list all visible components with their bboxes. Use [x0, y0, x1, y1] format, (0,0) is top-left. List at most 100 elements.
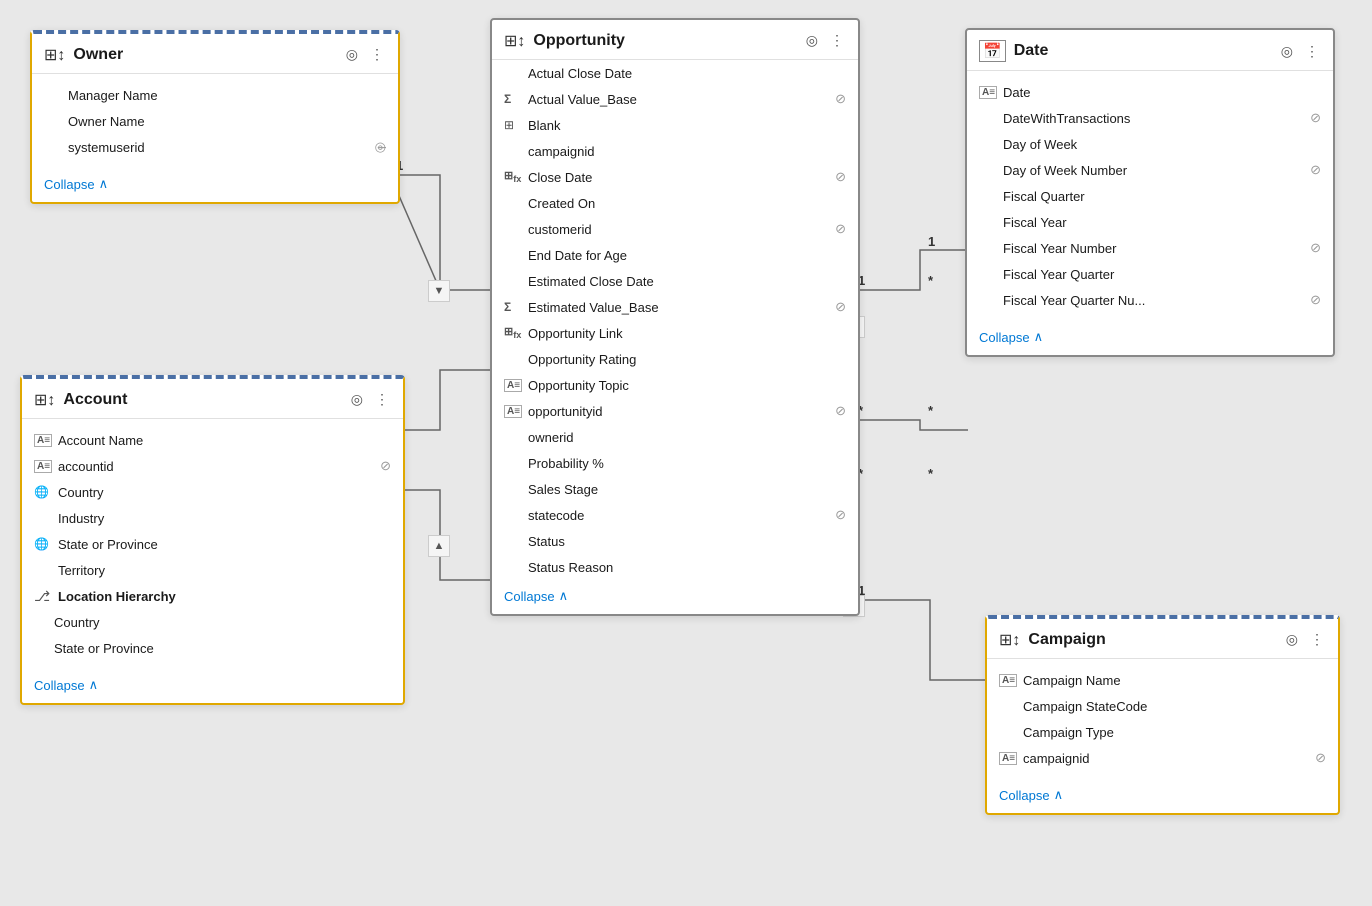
list-item: campaignid	[492, 138, 858, 164]
campaign-visibility-icon[interactable]: ◎	[1284, 629, 1300, 650]
opportunity-card-body[interactable]: Actual Close Date Σ Actual Value_Base ⊘ …	[492, 60, 858, 580]
list-item: Opportunity Rating	[492, 346, 858, 372]
nav-arrow-account-opp[interactable]: ▲	[428, 535, 450, 557]
opp-more-icon[interactable]: ⋮	[828, 30, 846, 51]
field-fiscal-year: Fiscal Year	[1003, 215, 1321, 230]
ab-icon-date: A≡	[979, 86, 997, 99]
opportunityid-hidden-icon: ⊘	[835, 403, 846, 419]
account-collapse-btn[interactable]: Collapse ∧	[22, 669, 403, 703]
list-item: Actual Close Date	[492, 60, 858, 86]
list-item: Campaign StateCode	[987, 693, 1338, 719]
owner-card: ⊞↕ Owner ◎ ⋮ Manager Name Owner Name sys…	[30, 30, 400, 204]
account-more-icon[interactable]: ⋮	[373, 389, 391, 410]
field-opportunity-topic: Opportunity Topic	[528, 378, 846, 393]
account-card-header: ⊞↕ Account ◎ ⋮	[22, 379, 403, 419]
opportunity-collapse-arrow: ∧	[559, 588, 569, 604]
fyq-nu-hidden-icon: ⊘	[1310, 292, 1321, 308]
owner-collapse-btn[interactable]: Collapse ∧	[32, 168, 398, 202]
owner-collapse-label: Collapse	[44, 177, 95, 192]
field-estimated-close-date: Estimated Close Date	[528, 274, 846, 289]
list-item: A≡ Date	[967, 79, 1333, 105]
opportunity-card-header: ⊞↕ Opportunity ◎ ⋮	[492, 20, 858, 60]
owner-card-actions: ◎ ⋮	[344, 44, 386, 65]
opportunity-collapse-btn[interactable]: Collapse ∧	[492, 580, 858, 614]
field-territory: Territory	[58, 563, 391, 578]
account-table-icon: ⊞↕	[34, 390, 55, 410]
field-day-of-week-number: Day of Week Number	[1003, 163, 1304, 178]
field-sub-country: Country	[54, 615, 391, 630]
campaign-collapse-label: Collapse	[999, 788, 1050, 803]
field-statecode: statecode	[528, 508, 829, 523]
campaign-card-header: ⊞↕ Campaign ◎ ⋮	[987, 619, 1338, 659]
campaign-card-title: Campaign	[1028, 631, 1275, 649]
svg-text:*: *	[928, 403, 934, 418]
opp-visibility-icon[interactable]: ◎	[804, 30, 820, 51]
owner-visibility-icon[interactable]: ◎	[344, 44, 360, 65]
date-transactions-hidden-icon: ⊘	[1310, 110, 1321, 126]
list-item: ⊞fx Close Date ⊘	[492, 164, 858, 190]
opportunity-collapse-label: Collapse	[504, 589, 555, 604]
field-date-with-transactions: DateWithTransactions	[1003, 111, 1304, 126]
date-collapse-btn[interactable]: Collapse ∧	[967, 321, 1333, 355]
systemuserid-hidden-icon: ◎̶	[375, 139, 386, 155]
list-item: Industry	[22, 505, 403, 531]
statecode-hidden-icon: ⊘	[835, 507, 846, 523]
list-item: ⎇ Location Hierarchy	[22, 583, 403, 609]
date-collapse-arrow: ∧	[1034, 329, 1044, 345]
globe-icon: 🌐	[34, 485, 52, 499]
list-item: End Date for Age	[492, 242, 858, 268]
field-manager-name: Manager Name	[68, 88, 386, 103]
campaign-table-icon: ⊞↕	[999, 630, 1020, 650]
campaign-collapse-arrow: ∧	[1054, 787, 1064, 803]
field-accountid: accountid	[58, 459, 374, 474]
list-item: A≡ Campaign Name	[987, 667, 1338, 693]
date-more-icon[interactable]: ⋮	[1303, 41, 1321, 62]
list-item: Country	[22, 609, 403, 635]
field-actual-close-date: Actual Close Date	[528, 66, 846, 81]
campaign-more-icon[interactable]: ⋮	[1308, 629, 1326, 650]
owner-collapse-arrow: ∧	[99, 176, 109, 192]
list-item: A≡ Account Name	[22, 427, 403, 453]
field-day-of-week: Day of Week	[1003, 137, 1321, 152]
list-item: ⊞ Blank	[492, 112, 858, 138]
date-visibility-icon[interactable]: ◎	[1279, 41, 1295, 62]
list-item: Campaign Type	[987, 719, 1338, 745]
field-actual-value-base: Actual Value_Base	[528, 92, 829, 107]
field-opportunityid: opportunityid	[528, 404, 829, 419]
list-item: Σ Actual Value_Base ⊘	[492, 86, 858, 112]
list-item: Status	[492, 528, 858, 554]
est-value-hidden-icon: ⊘	[835, 299, 846, 315]
owner-card-body: Manager Name Owner Name systemuserid ◎̶	[32, 74, 398, 168]
owner-more-icon[interactable]: ⋮	[368, 44, 386, 65]
field-ownerid: ownerid	[528, 430, 846, 445]
field-campaign-type: Campaign Type	[1023, 725, 1326, 740]
date-card-actions: ◎ ⋮	[1279, 41, 1321, 62]
field-status: Status	[528, 534, 846, 549]
opportunity-card: ⊞↕ Opportunity ◎ ⋮ Actual Close Date Σ A…	[490, 18, 860, 616]
field-fiscal-year-number: Fiscal Year Number	[1003, 241, 1304, 256]
account-card-body: A≡ Account Name A≡ accountid ⊘ 🌐 Country…	[22, 419, 403, 669]
account-collapse-label: Collapse	[34, 678, 85, 693]
list-item: A≡ opportunityid ⊘	[492, 398, 858, 424]
date-table-icon: 📅	[979, 40, 1006, 62]
svg-text:*: *	[928, 273, 934, 288]
owner-table-icon: ⊞↕	[44, 45, 65, 65]
account-visibility-icon[interactable]: ◎	[349, 389, 365, 410]
list-item: Day of Week	[967, 131, 1333, 157]
field-campaign-state-code: Campaign StateCode	[1023, 699, 1326, 714]
campaign-collapse-btn[interactable]: Collapse ∧	[987, 779, 1338, 813]
account-card-title: Account	[63, 391, 340, 409]
list-item: 🌐 State or Province	[22, 531, 403, 557]
dow-number-hidden-icon: ⊘	[1310, 162, 1321, 178]
field-end-date-age: End Date for Age	[528, 248, 846, 263]
list-item: Fiscal Year	[967, 209, 1333, 235]
table-fx-icon2: ⊞fx	[504, 325, 522, 340]
close-date-hidden-icon: ⊘	[835, 169, 846, 185]
nav-arrow-owner-opp[interactable]: ▼	[428, 280, 450, 302]
globe-icon2: 🌐	[34, 537, 52, 551]
ab-icon-campaign: A≡	[999, 674, 1017, 687]
field-account-name: Account Name	[58, 433, 391, 448]
accountid-hidden-icon: ⊘	[380, 458, 391, 474]
field-campaign-name: Campaign Name	[1023, 673, 1326, 688]
field-opportunity-rating: Opportunity Rating	[528, 352, 846, 367]
